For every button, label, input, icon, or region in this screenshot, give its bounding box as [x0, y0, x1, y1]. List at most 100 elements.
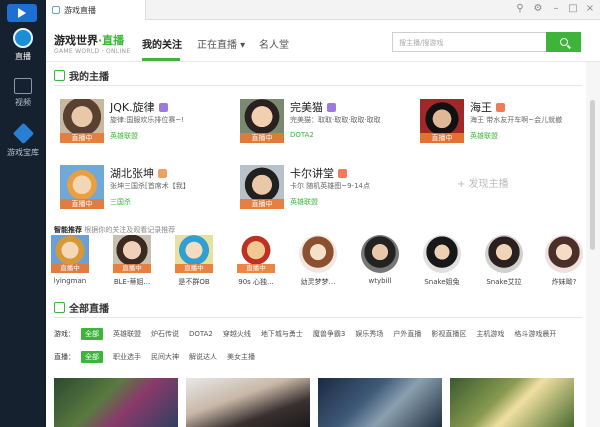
close-icon[interactable]: ×	[584, 3, 596, 15]
anchor-name: 卡尔讲堂	[290, 167, 334, 180]
recommend-item[interactable]: 幼灵梦梦...	[294, 235, 342, 287]
all-live-section-icon	[54, 302, 65, 313]
anchor-desc: 卡尔 随机英雄图~9-14点	[290, 182, 370, 190]
brand-logo[interactable]: 游戏世界·直播 GAME WORLD · ONLINE	[54, 32, 130, 55]
filter-item[interactable]: 娱乐秀场	[355, 329, 383, 339]
filter-item[interactable]: 英雄联盟	[113, 329, 141, 339]
anchor-desc: 旋律:国服欢乐排位赛~!	[110, 116, 185, 124]
anchor-avatar: 直播中	[240, 99, 284, 143]
anchor-card[interactable]: 直播中 JQK.旋律 旋律:国服欢乐排位赛~! 英雄联盟	[60, 99, 220, 143]
filter-item[interactable]: 格斗游戏晨开	[514, 329, 556, 339]
filter-item[interactable]: 美女主播	[227, 352, 255, 362]
filter-item[interactable]: 职业选手	[113, 352, 141, 362]
live-badge: 直播中	[240, 199, 284, 209]
filter-item[interactable]: 地下城与勇士	[261, 329, 303, 339]
app-logo-icon[interactable]	[7, 4, 37, 22]
anchor-section-icon	[54, 70, 65, 81]
filter-item[interactable]: 炉石传说	[151, 329, 179, 339]
anchor-game[interactable]: 三国杀	[110, 197, 131, 207]
filter-item[interactable]: 主机游戏	[476, 329, 504, 339]
filter-all[interactable]: 全部	[81, 328, 103, 340]
sidebar-item-label: 直播	[15, 52, 31, 61]
anchor-game[interactable]: DOTA2	[290, 131, 314, 139]
tab-favicon-icon	[52, 6, 60, 14]
search-input[interactable]: 搜主播/搜游戏	[392, 32, 547, 52]
recommend-item[interactable]: 直播中 lyingman	[46, 235, 94, 285]
filter-item[interactable]: 解说达人	[189, 352, 217, 362]
video-icon	[14, 78, 32, 94]
recommend-title: 智能推荐	[54, 226, 82, 234]
recommend-item[interactable]: 直播中 90s 心独...	[232, 235, 280, 287]
pin-icon[interactable]: ⚲	[514, 3, 526, 15]
divider	[54, 85, 582, 86]
discover-anchors-button[interactable]: + 发现主播	[457, 175, 509, 190]
recommend-name: lyingman	[53, 277, 87, 285]
recommend-item[interactable]: 直播中 BLE-蒂姐...	[108, 235, 156, 287]
recommend-item[interactable]: wtybill	[356, 235, 404, 285]
anchor-desc: 完美猫：取取·取取·取取·取取	[290, 116, 381, 124]
level-badge-icon	[338, 168, 347, 178]
recommend-avatar	[485, 235, 523, 273]
filter-item[interactable]: 民间大神	[151, 352, 179, 362]
recommend-avatar: 直播中	[113, 235, 151, 273]
sidebar-item-live[interactable]: 直播	[0, 28, 46, 62]
recommend-name: 幼灵梦梦...	[300, 278, 336, 286]
recommend-avatar: 直播中	[51, 235, 89, 273]
anchor-game[interactable]: 英雄联盟	[110, 131, 138, 141]
anchor-card[interactable]: 直播中 海王 海王 带水友开车啊~会儿就撤 英雄联盟	[420, 99, 580, 143]
title-bar: 游戏直播 ⚲ ⚙ – □ ×	[46, 0, 600, 20]
anchor-avatar: 直播中	[240, 165, 284, 209]
nav-my-follow[interactable]: 我的关注	[142, 36, 182, 51]
recommend-item[interactable]: 直播中 是不群OB	[170, 235, 218, 287]
anchor-game[interactable]: 英雄联盟	[290, 197, 318, 207]
maximize-icon[interactable]: □	[567, 3, 579, 15]
live-filter-label: 直播：	[54, 353, 75, 361]
recommend-avatar	[299, 235, 337, 273]
scrollbar-thumb[interactable]	[590, 100, 595, 250]
section-title-my-anchors: 我的主播	[54, 68, 109, 83]
anchor-card[interactable]: 直播中 卡尔讲堂 卡尔 随机英雄图~9-14点 英雄联盟	[240, 165, 400, 209]
live-thumbnail[interactable]	[450, 378, 574, 427]
anchor-desc: 海王 带水友开车啊~会儿就撤	[470, 116, 563, 124]
filter-item[interactable]: 户外直播	[393, 329, 421, 339]
filter-item[interactable]: 穿越火线	[223, 329, 251, 339]
recommend-avatar	[361, 235, 399, 273]
recommend-item[interactable]: Snake艾拉	[480, 235, 528, 287]
recommend-name: Snake艾拉	[486, 278, 522, 286]
filter-item[interactable]: 魔兽争霸3	[313, 329, 345, 339]
game-filter-row: 游戏： 全部 英雄联盟 炉石传说 DOTA2 穿越火线 地下城与勇士 魔兽争霸3…	[54, 328, 566, 340]
nav-hall-of-fame[interactable]: 名人堂	[259, 36, 289, 51]
recommend-name: BLE-蒂姐...	[113, 278, 151, 286]
anchor-game[interactable]: 英雄联盟	[470, 131, 498, 141]
live-filter-row: 直播： 全部 职业选手 民间大神 解说达人 美女主播	[54, 351, 265, 363]
live-thumbnail[interactable]	[186, 378, 310, 427]
anchor-name: JQK.旋律	[110, 101, 155, 114]
recommend-name: 是不群OB	[178, 278, 210, 286]
live-thumbnail[interactable]	[318, 378, 442, 427]
filter-item[interactable]: 影视直播区	[431, 329, 466, 339]
filter-item[interactable]: DOTA2	[189, 330, 213, 338]
tab-game-live[interactable]: 游戏直播	[46, 0, 146, 20]
live-thumbnail[interactable]	[54, 378, 178, 427]
recommend-item[interactable]: Snake姐兔	[418, 235, 466, 287]
level-badge-icon	[496, 102, 505, 112]
anchor-card[interactable]: 直播中 湖北张坤 张坤三国杀[首席术【我】 三国杀	[60, 165, 220, 209]
recommend-item[interactable]: 炸妹呦?	[540, 235, 588, 287]
search-button[interactable]	[546, 32, 581, 52]
anchor-name: 湖北张坤	[110, 167, 154, 180]
live-badge: 直播中	[420, 133, 464, 143]
recommend-header: 智能推荐 根据你的关注及观看记录推荐	[54, 225, 175, 235]
sidebar-item-game-library[interactable]: 游戏宝库	[0, 122, 46, 158]
live-badge: 直播中	[60, 199, 104, 209]
sidebar-item-video[interactable]: 视频	[0, 78, 46, 108]
anchor-avatar: 直播中	[420, 99, 464, 143]
settings-icon[interactable]: ⚙	[532, 3, 544, 15]
anchor-desc: 张坤三国杀[首席术【我】	[110, 182, 190, 190]
brand-accent: ·直播	[98, 34, 125, 47]
anchor-card[interactable]: 直播中 完美猫 完美猫：取取·取取·取取·取取 DOTA2	[240, 99, 400, 143]
filter-all[interactable]: 全部	[81, 351, 103, 363]
tab-title: 游戏直播	[64, 5, 96, 15]
minimize-icon[interactable]: –	[550, 3, 562, 15]
nav-live-now[interactable]: 正在直播 ▾	[197, 36, 245, 51]
divider	[54, 317, 582, 318]
